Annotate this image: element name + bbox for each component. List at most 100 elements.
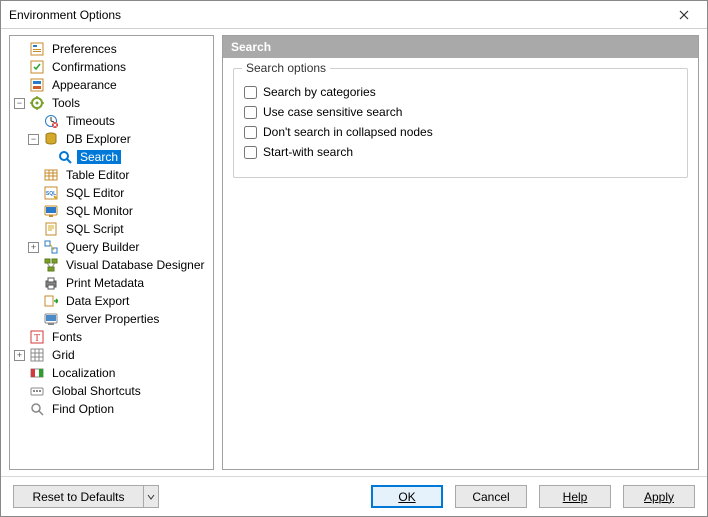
checkbox-label: Start-with search bbox=[263, 145, 353, 159]
tree-item-label: Preferences bbox=[49, 42, 120, 56]
tree-item-label: DB Explorer bbox=[63, 132, 134, 146]
tree-item-label: Visual Database Designer bbox=[63, 258, 208, 272]
tree-item-label: Localization bbox=[49, 366, 118, 380]
dialog-window: Environment Options Preferences bbox=[0, 0, 708, 517]
table-editor-icon bbox=[43, 167, 59, 183]
query-builder-icon bbox=[43, 239, 59, 255]
localization-icon bbox=[29, 365, 45, 381]
tree-item-sql-script[interactable]: SQL Script bbox=[26, 220, 213, 238]
tree-item-search[interactable]: Search bbox=[40, 148, 213, 166]
tree-item-db-explorer[interactable]: − DB Explorer bbox=[26, 130, 213, 148]
checkbox-input[interactable] bbox=[244, 106, 257, 119]
tree-item-sql-editor[interactable]: SQL SQL Editor bbox=[26, 184, 213, 202]
appearance-icon bbox=[29, 77, 45, 93]
help-button[interactable]: Help bbox=[539, 485, 611, 508]
tree-item-label: Query Builder bbox=[63, 240, 142, 254]
tree-item-data-export[interactable]: Data Export bbox=[26, 292, 213, 310]
search-options-group: Search options Search by categories Use … bbox=[233, 68, 688, 178]
print-metadata-icon bbox=[43, 275, 59, 291]
preferences-icon bbox=[29, 41, 45, 57]
tree-panel[interactable]: Preferences Confirmations bbox=[9, 35, 214, 470]
apply-label: Apply bbox=[644, 490, 674, 504]
tree-item-label: Tools bbox=[49, 96, 83, 110]
global-shortcuts-icon bbox=[29, 383, 45, 399]
tree-item-label: Global Shortcuts bbox=[49, 384, 144, 398]
tree-item-server-properties[interactable]: Server Properties bbox=[26, 310, 213, 328]
tree-item-query-builder[interactable]: + Query Builder bbox=[26, 238, 213, 256]
close-button[interactable] bbox=[667, 4, 701, 26]
sql-editor-icon: SQL bbox=[43, 185, 59, 201]
fonts-icon: T bbox=[29, 329, 45, 345]
tree-item-confirmations[interactable]: Confirmations bbox=[12, 58, 213, 76]
apply-button[interactable]: Apply bbox=[623, 485, 695, 508]
checkbox-no-collapsed[interactable]: Don't search in collapsed nodes bbox=[244, 125, 677, 139]
tree-item-label: Table Editor bbox=[63, 168, 132, 182]
tree-item-preferences[interactable]: Preferences bbox=[12, 40, 213, 58]
tree-item-label: Fonts bbox=[49, 330, 85, 344]
tree-item-label: Search bbox=[77, 150, 121, 164]
tree-item-tools[interactable]: − Tools bbox=[12, 94, 213, 112]
tree-item-sql-monitor[interactable]: SQL Monitor bbox=[26, 202, 213, 220]
tree-item-visual-db-designer[interactable]: Visual Database Designer bbox=[26, 256, 213, 274]
tree-item-label: Server Properties bbox=[63, 312, 162, 326]
tree-item-print-metadata[interactable]: Print Metadata bbox=[26, 274, 213, 292]
help-label: Help bbox=[563, 490, 588, 504]
titlebar: Environment Options bbox=[1, 1, 707, 29]
chevron-down-icon bbox=[147, 493, 155, 501]
data-export-icon bbox=[43, 293, 59, 309]
tree-item-table-editor[interactable]: Table Editor bbox=[26, 166, 213, 184]
svg-text:T: T bbox=[34, 333, 40, 344]
footer-buttons: OK Cancel Help Apply bbox=[371, 485, 695, 508]
reset-button[interactable]: Reset to Defaults bbox=[13, 485, 143, 508]
reset-to-defaults-split-button[interactable]: Reset to Defaults bbox=[13, 485, 159, 508]
panel-header: Search bbox=[223, 36, 698, 58]
tree-item-grid[interactable]: + Grid bbox=[12, 346, 213, 364]
ok-label: OK bbox=[398, 490, 415, 504]
tree-item-appearance[interactable]: Appearance bbox=[12, 76, 213, 94]
confirmations-icon bbox=[29, 59, 45, 75]
tree-item-timeouts[interactable]: Timeouts bbox=[26, 112, 213, 130]
collapse-icon[interactable]: − bbox=[14, 98, 25, 109]
checkbox-label: Don't search in collapsed nodes bbox=[263, 125, 433, 139]
collapse-icon[interactable]: − bbox=[28, 134, 39, 145]
ok-button[interactable]: OK bbox=[371, 485, 443, 508]
checkbox-input[interactable] bbox=[244, 86, 257, 99]
window-title: Environment Options bbox=[9, 8, 121, 22]
nav-tree: Preferences Confirmations bbox=[10, 40, 213, 418]
tree-item-global-shortcuts[interactable]: Global Shortcuts bbox=[12, 382, 213, 400]
checkbox-search-by-categories[interactable]: Search by categories bbox=[244, 85, 677, 99]
tree-item-label: Data Export bbox=[63, 294, 132, 308]
close-icon bbox=[679, 10, 689, 20]
checkbox-case-sensitive[interactable]: Use case sensitive search bbox=[244, 105, 677, 119]
grid-icon bbox=[29, 347, 45, 363]
checkbox-label: Search by categories bbox=[263, 85, 376, 99]
sql-script-icon bbox=[43, 221, 59, 237]
tree-item-label: Appearance bbox=[49, 78, 120, 92]
checkbox-label: Use case sensitive search bbox=[263, 105, 402, 119]
tree-item-fonts[interactable]: T Fonts bbox=[12, 328, 213, 346]
content-panel: Search Search options Search by categori… bbox=[222, 35, 699, 470]
cancel-button[interactable]: Cancel bbox=[455, 485, 527, 508]
tree-item-label: SQL Editor bbox=[63, 186, 127, 200]
tree-item-find-option[interactable]: Find Option bbox=[12, 400, 213, 418]
tree-item-label: SQL Script bbox=[63, 222, 127, 236]
tree-item-label: Find Option bbox=[49, 402, 117, 416]
timeouts-icon bbox=[43, 113, 59, 129]
tree-item-label: Timeouts bbox=[63, 114, 118, 128]
checkbox-start-with[interactable]: Start-with search bbox=[244, 145, 677, 159]
find-option-icon bbox=[29, 401, 45, 417]
checkbox-input[interactable] bbox=[244, 146, 257, 159]
reset-dropdown-button[interactable] bbox=[143, 485, 159, 508]
search-icon bbox=[57, 149, 73, 165]
visual-db-designer-icon bbox=[43, 257, 59, 273]
expand-icon[interactable]: + bbox=[14, 350, 25, 361]
expand-icon[interactable]: + bbox=[28, 242, 39, 253]
tree-item-label: Confirmations bbox=[49, 60, 129, 74]
tools-icon bbox=[29, 95, 45, 111]
checkbox-input[interactable] bbox=[244, 126, 257, 139]
tree-item-label: SQL Monitor bbox=[63, 204, 136, 218]
tree-item-localization[interactable]: Localization bbox=[12, 364, 213, 382]
server-properties-icon bbox=[43, 311, 59, 327]
group-title: Search options bbox=[242, 61, 330, 75]
tree-item-label: Grid bbox=[49, 348, 78, 362]
